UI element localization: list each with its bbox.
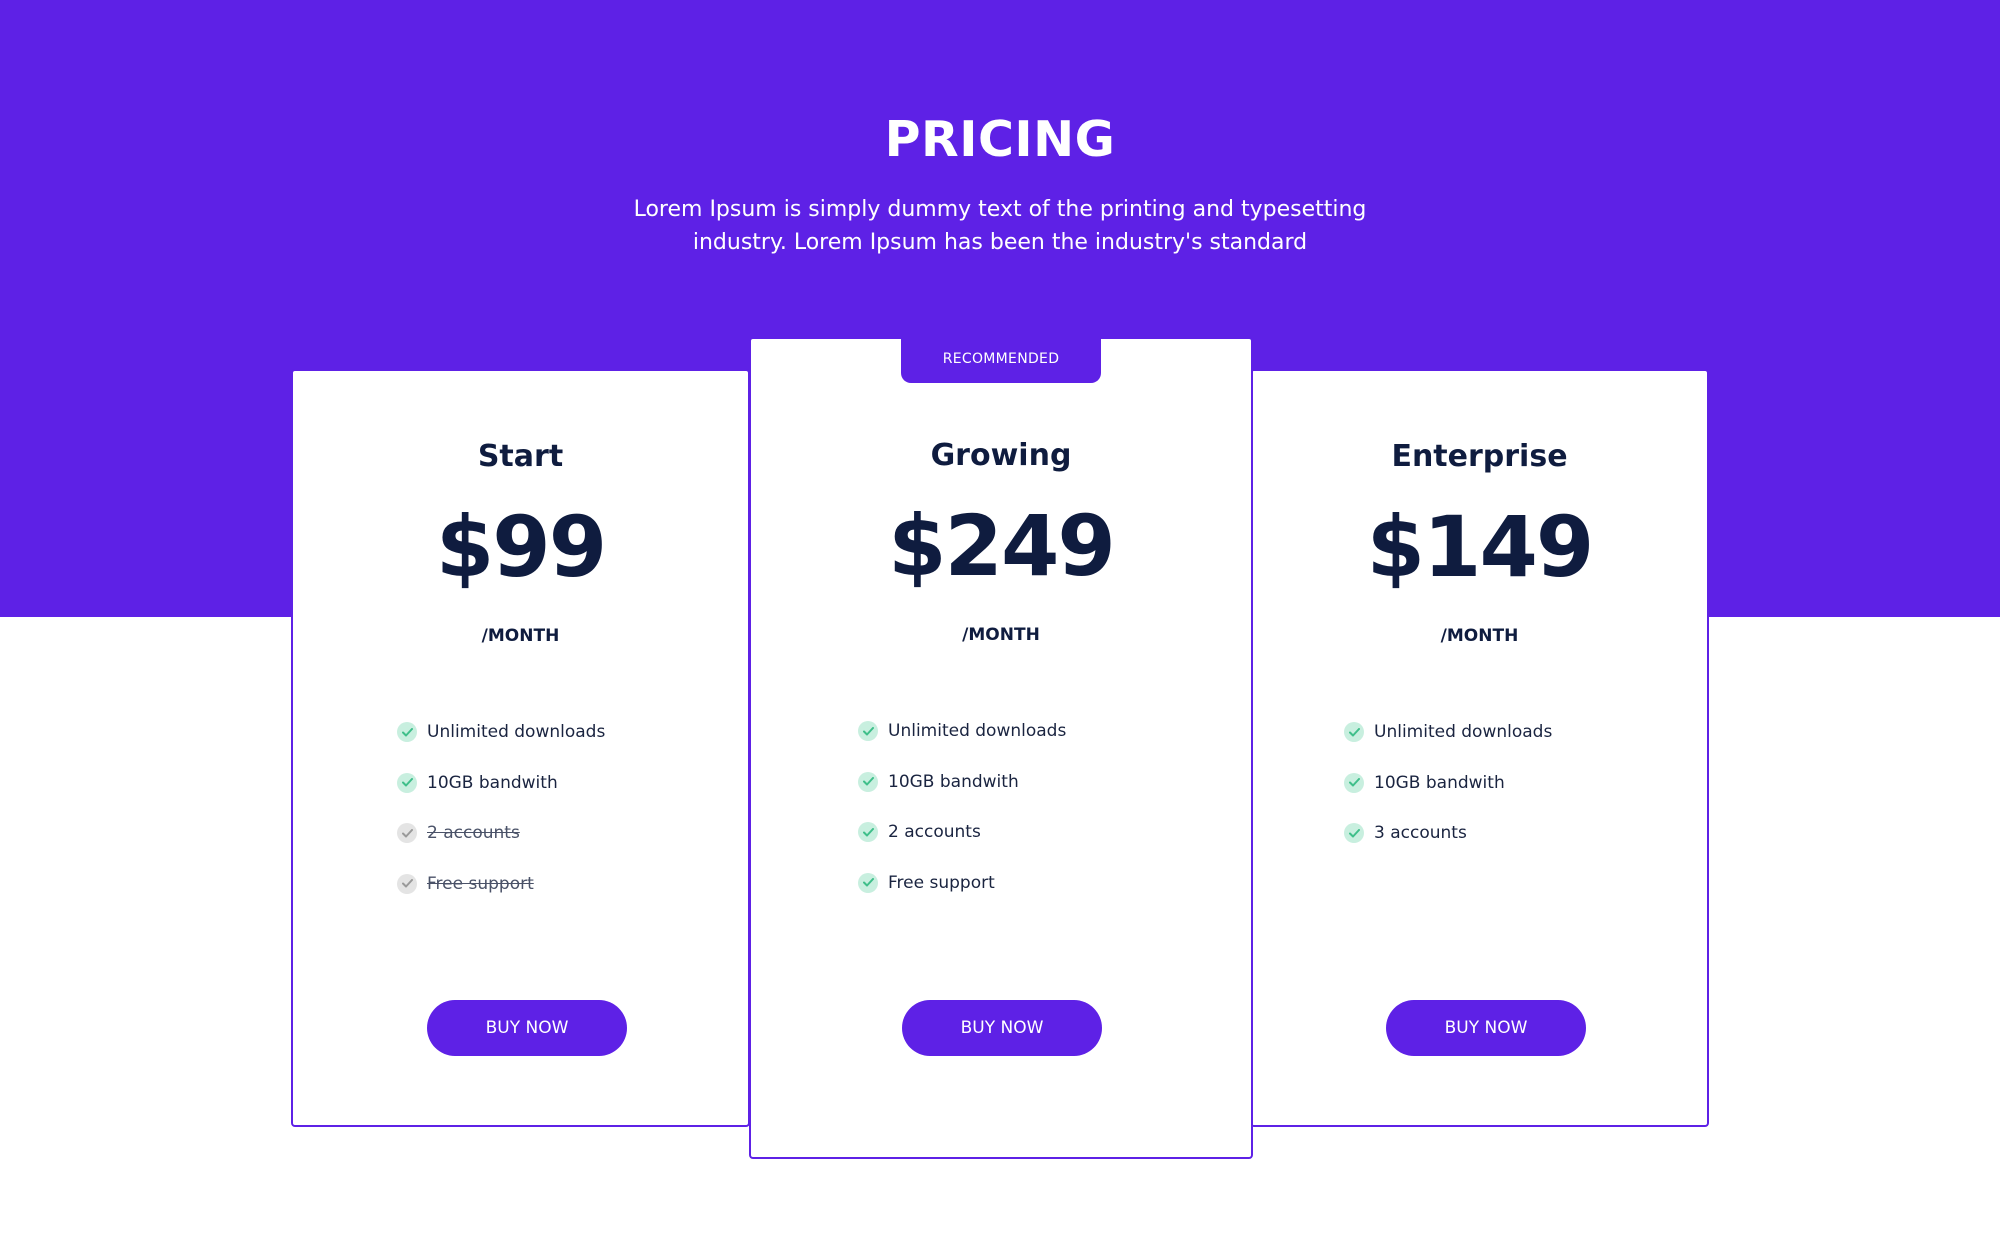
buy-now-button-growing[interactable]: BUY NOW: [902, 1000, 1102, 1056]
feature-label: Unlimited downloads: [888, 721, 1067, 742]
plan-name: Start: [477, 439, 564, 474]
feature-item: Unlimited downloads: [397, 707, 605, 758]
page-description: Lorem Ipsum is simply dummy text of the …: [633, 197, 1367, 255]
feature-label: 10GB bandwith: [888, 771, 1019, 792]
feature-label: 10GB bandwith: [427, 772, 558, 793]
check-icon: [1344, 772, 1364, 793]
feature-label: 10GB bandwith: [1374, 772, 1505, 793]
feature-label: Free support: [888, 872, 995, 893]
check-icon: [397, 722, 417, 743]
check-icon: [1344, 722, 1364, 743]
feature-item: 3 accounts: [1344, 808, 1552, 859]
feature-item: 10GB bandwith: [1344, 758, 1552, 809]
feature-item-excluded: Free support: [397, 859, 605, 910]
feature-label: Unlimited downloads: [1374, 722, 1553, 743]
plan-name: Enterprise: [1391, 439, 1568, 474]
plan-price: $149: [1366, 498, 1595, 596]
feature-item: 10GB bandwith: [397, 758, 605, 809]
feature-item: Free support: [858, 858, 1066, 909]
feature-item: 2 accounts: [858, 807, 1066, 858]
check-icon: [858, 721, 878, 742]
buy-now-button-enterprise[interactable]: BUY NOW: [1386, 1000, 1586, 1056]
plan-period: /MONTH: [962, 625, 1040, 645]
feature-item-excluded: 2 accounts: [397, 808, 605, 859]
feature-label: Free support: [427, 873, 534, 894]
feature-label: 2 accounts: [888, 822, 981, 843]
recommended-badge: RECOMMENDED: [901, 337, 1101, 383]
plan-name: Growing: [930, 438, 1072, 473]
plan-card-start: Start $99 /MONTH Unlimited downloads 10G…: [291, 369, 750, 1127]
check-icon: [397, 873, 417, 894]
check-icon: [397, 823, 417, 844]
plan-period: /MONTH: [481, 626, 560, 646]
plan-card-enterprise: Enterprise $149 /MONTH Unlimited downloa…: [1250, 369, 1709, 1127]
feature-label: 2 accounts: [427, 823, 520, 844]
check-icon: [1344, 823, 1364, 844]
check-icon: [858, 771, 878, 792]
buy-now-button-start[interactable]: BUY NOW: [427, 1000, 627, 1056]
feature-list: Unlimited downloads 10GB bandwith 3 acco…: [1344, 707, 1552, 859]
feature-list: Unlimited downloads 10GB bandwith 2 acco…: [858, 706, 1066, 908]
plan-price: $99: [435, 498, 607, 596]
feature-item: Unlimited downloads: [1344, 707, 1552, 758]
feature-item: 10GB bandwith: [858, 757, 1066, 808]
plan-period: /MONTH: [1440, 626, 1519, 646]
plan-price: $249: [888, 497, 1116, 595]
page-title: PRICING: [884, 111, 1116, 168]
feature-list: Unlimited downloads 10GB bandwith 2 acco…: [397, 707, 605, 909]
check-icon: [858, 872, 878, 893]
plan-card-growing: RECOMMENDED Growing $249 /MONTH Unlimite…: [749, 337, 1253, 1159]
check-icon: [858, 822, 878, 843]
feature-item: Unlimited downloads: [858, 706, 1066, 757]
feature-label: Unlimited downloads: [427, 722, 606, 743]
feature-label: 3 accounts: [1374, 823, 1467, 844]
check-icon: [397, 772, 417, 793]
